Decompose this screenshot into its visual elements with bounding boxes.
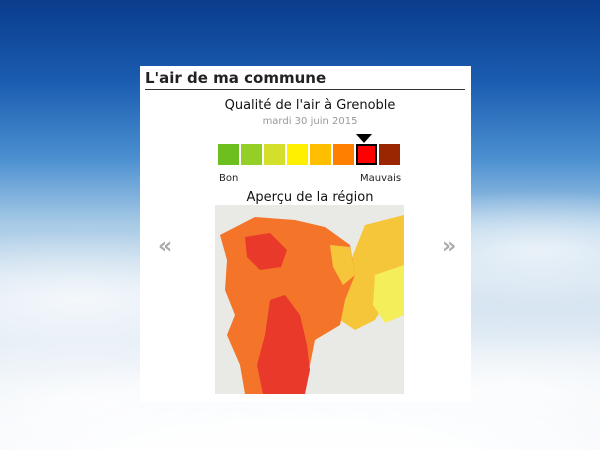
air-quality-widget: L'air de ma commune Qualité de l'air à G…: [140, 66, 471, 402]
next-arrow-icon[interactable]: »: [442, 236, 456, 258]
scale-level-1: [218, 144, 239, 165]
scale-pointer-icon: [356, 134, 372, 143]
scale-level-2: [241, 144, 262, 165]
scale-level-6: [333, 144, 354, 165]
region-map-image: [215, 205, 404, 394]
scale-level-3: [264, 144, 285, 165]
scale-label-good: Bon: [219, 173, 239, 184]
widget-title: L'air de ma commune: [145, 69, 465, 90]
region-overview-title: Aperçu de la région: [246, 190, 374, 205]
scale-level-7: [356, 144, 377, 165]
scale-label-bad: Mauvais: [360, 173, 402, 184]
scale-level-5: [310, 144, 331, 165]
date-label: mardi 30 juin 2015: [262, 116, 358, 127]
region-map[interactable]: [215, 205, 404, 394]
scale-level-4: [287, 144, 308, 165]
scale-level-8: [379, 144, 400, 165]
air-quality-scale: [218, 144, 402, 166]
city-air-quality-title: Qualité de l'air à Grenoble: [224, 98, 396, 113]
previous-arrow-icon[interactable]: «: [158, 236, 172, 258]
